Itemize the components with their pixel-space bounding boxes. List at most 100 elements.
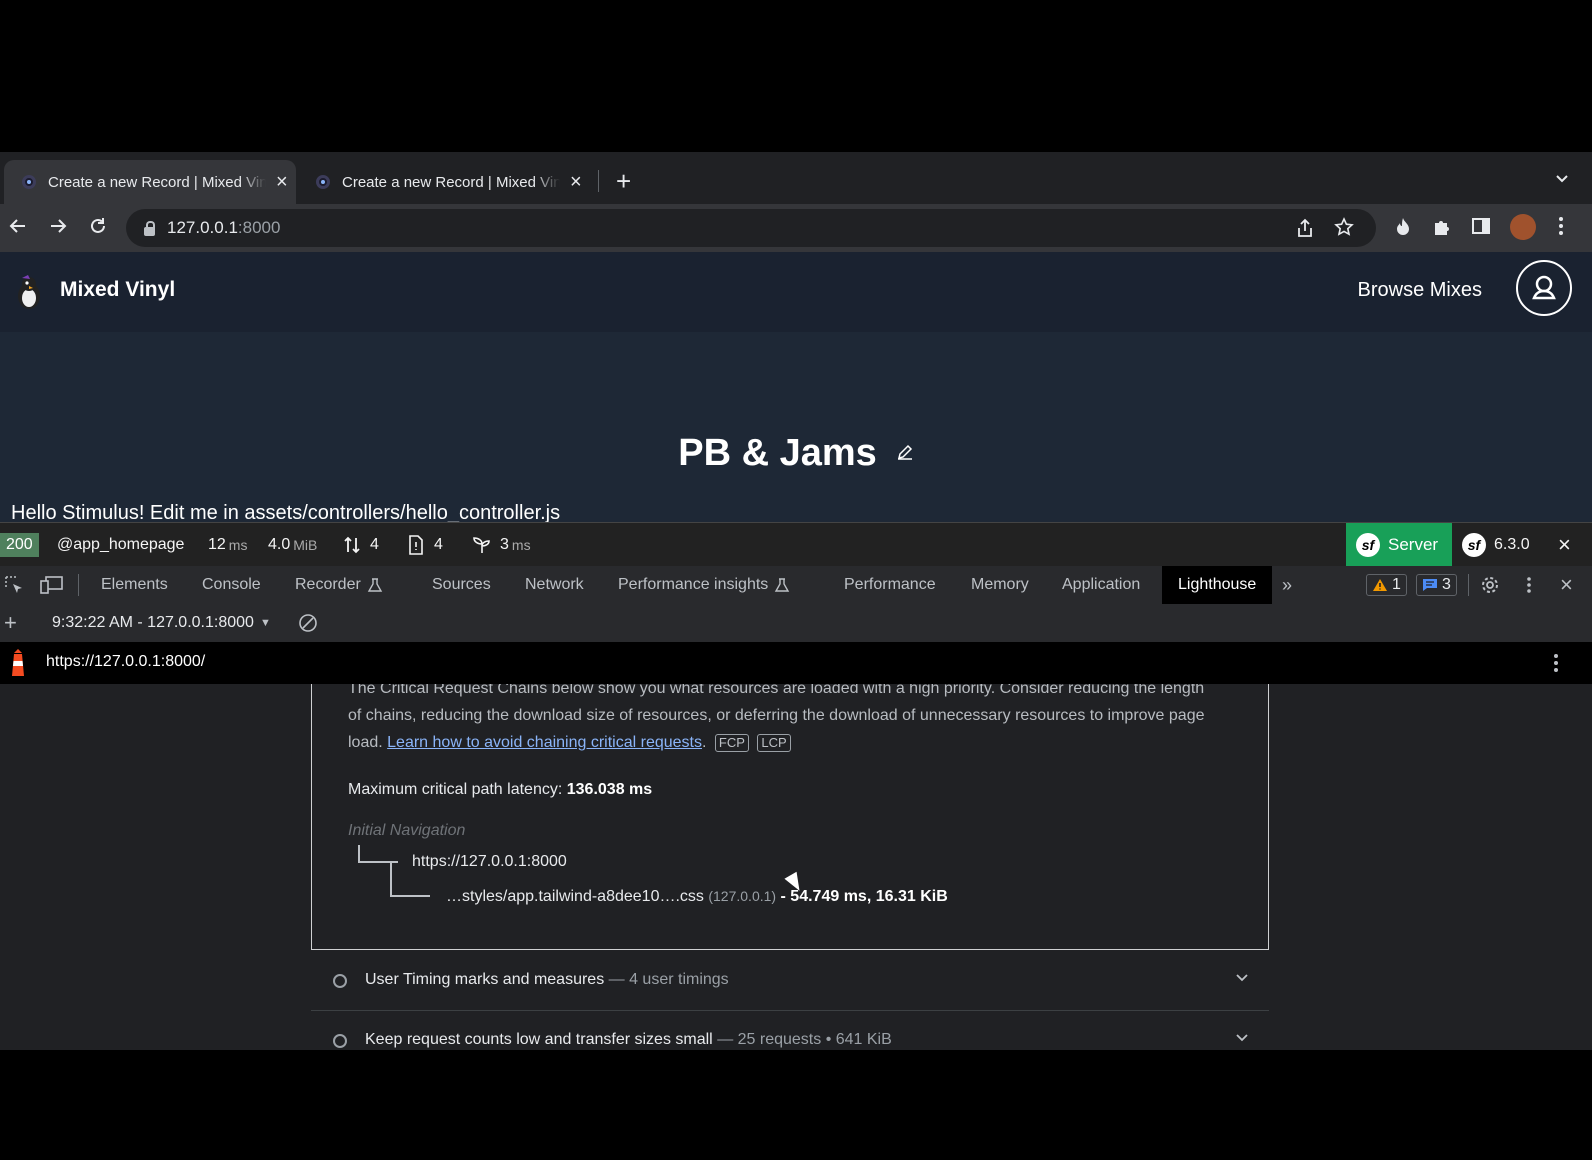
flask-icon xyxy=(775,578,790,592)
more-tabs-icon[interactable]: » xyxy=(1282,566,1292,604)
tab-recorder[interactable]: Recorder xyxy=(295,566,383,604)
inspect-element-icon[interactable] xyxy=(4,566,24,604)
close-devtools-icon[interactable]: × xyxy=(1560,566,1573,604)
flame-icon[interactable] xyxy=(1394,217,1412,242)
forward-arrow-icon[interactable] xyxy=(48,216,68,241)
puzzle-icon[interactable] xyxy=(1432,217,1452,242)
symfony-version[interactable]: sf 6.3.0 xyxy=(1462,523,1530,567)
browser-tab[interactable]: Create a new Record | Mixed Vinyl × xyxy=(298,160,590,204)
plus-icon[interactable]: + xyxy=(616,166,631,197)
brand-name[interactable]: Mixed Vinyl xyxy=(60,278,175,302)
tab-lighthouse[interactable]: Lighthouse xyxy=(1162,566,1273,604)
address-text[interactable]: 127.0.0.1:8000 xyxy=(167,218,280,238)
kebab-menu-icon[interactable] xyxy=(1558,216,1564,241)
file-icon xyxy=(409,535,423,555)
memory-usage[interactable]: 4.0 MiB xyxy=(268,523,317,567)
star-icon[interactable] xyxy=(1334,217,1354,242)
tab-title: Create a new Record | Mixed Vinyl xyxy=(48,173,266,191)
user-account-button[interactable] xyxy=(1516,260,1572,316)
warning-icon xyxy=(1373,579,1387,591)
dropdown-triangle-icon: ▼ xyxy=(259,617,271,629)
critical-request-chains-audit: The Critical Request Chains below show y… xyxy=(311,684,1269,950)
report-url-bar: https://127.0.0.1:8000/ xyxy=(0,642,1592,685)
audit-description-line: load. Learn how to avoid chaining critic… xyxy=(348,729,1248,756)
new-report-plus-icon[interactable]: + xyxy=(4,604,17,642)
back-arrow-icon[interactable] xyxy=(8,216,28,241)
reload-icon[interactable] xyxy=(88,216,108,241)
max-latency: Maximum critical path latency: 136.038 m… xyxy=(348,781,653,798)
twig-render-time[interactable]: 3 ms xyxy=(472,523,531,567)
penguin-logo[interactable] xyxy=(14,274,44,310)
share-icon[interactable] xyxy=(1296,218,1314,243)
status-code-badge[interactable]: 200 xyxy=(0,533,39,557)
route-name[interactable]: @app_homepage xyxy=(57,523,184,567)
browser-toolbar: 127.0.0.1:8000 xyxy=(0,204,1592,252)
informative-circle-icon xyxy=(333,974,347,988)
audit-title: User Timing marks and measures — 4 user … xyxy=(365,971,729,988)
tab-sources[interactable]: Sources xyxy=(432,566,491,604)
tab-application[interactable]: Application xyxy=(1062,566,1140,604)
lock-icon[interactable] xyxy=(144,220,155,236)
profile-avatar[interactable] xyxy=(1510,214,1536,240)
warnings-counter[interactable]: 1 xyxy=(1366,566,1407,604)
twig-sprout-icon xyxy=(473,537,490,553)
settings-gear-icon[interactable] xyxy=(1480,566,1500,604)
chevron-down-icon[interactable] xyxy=(1554,170,1570,191)
tab-performance-insights[interactable]: Performance insights xyxy=(618,566,790,604)
lighthouse-toolbar: + 9:32:22 AM - 127.0.0.1:8000 ▼ xyxy=(0,604,1592,643)
messages-counter[interactable]: 3 xyxy=(1416,566,1457,604)
tab-network[interactable]: Network xyxy=(525,566,584,604)
included-files[interactable]: 4 xyxy=(408,523,443,567)
chevron-down-icon[interactable] xyxy=(1235,1030,1249,1047)
favicon-icon xyxy=(22,175,36,189)
lcp-tag: LCP xyxy=(757,734,791,752)
tab-divider xyxy=(598,170,599,192)
tree-connector xyxy=(358,845,398,863)
chain-child-resource: …styles/app.tailwind-a8dee10….css (127.0… xyxy=(446,888,948,905)
site-navbar: Mixed Vinyl Browse Mixes xyxy=(0,252,1592,332)
tab-memory[interactable]: Memory xyxy=(971,566,1029,604)
server-panel[interactable]: sf Server xyxy=(1346,523,1452,567)
favicon-icon xyxy=(316,175,330,189)
edit-icon[interactable] xyxy=(891,445,914,465)
flask-icon xyxy=(367,578,383,592)
report-url: https://127.0.0.1:8000/ xyxy=(46,653,206,670)
tab-performance[interactable]: Performance xyxy=(844,566,936,604)
devtools-tabbar: Elements Console Recorder Sources Networ… xyxy=(0,566,1592,605)
browse-mixes-link[interactable]: Browse Mixes xyxy=(1358,279,1482,302)
audit-row-user-timing[interactable]: User Timing marks and measures — 4 user … xyxy=(311,950,1269,1011)
symfony-debug-toolbar: 200 @app_homepage 12 ms 4.0 MiB 4 4 3 ms sf… xyxy=(0,522,1592,567)
sidepanel-icon[interactable] xyxy=(1472,217,1490,240)
address-bar[interactable]: 127.0.0.1:8000 xyxy=(126,209,1376,247)
close-tab-icon[interactable]: × xyxy=(276,171,288,194)
device-toolbar-icon[interactable] xyxy=(40,566,64,604)
learn-more-link[interactable]: Learn how to avoid chaining critical req… xyxy=(387,734,702,751)
toolbar-divider xyxy=(78,574,79,596)
informative-circle-icon xyxy=(333,1034,347,1048)
report-menu-icon[interactable] xyxy=(1553,653,1559,678)
user-icon xyxy=(1532,275,1556,300)
tab-title: Create a new Record | Mixed Vinyl xyxy=(342,173,560,191)
clear-reports-icon[interactable] xyxy=(298,604,318,642)
tab-console[interactable]: Console xyxy=(202,566,261,604)
toolbar-divider xyxy=(1468,574,1469,596)
chevron-down-icon[interactable] xyxy=(1235,970,1249,987)
http-requests[interactable]: 4 xyxy=(342,523,379,567)
lighthouse-report: The Critical Request Chains below show y… xyxy=(0,684,1592,1050)
initial-navigation-label: Initial Navigation xyxy=(348,822,466,839)
fcp-tag: FCP xyxy=(714,734,749,752)
arrows-updown-icon xyxy=(344,536,360,554)
close-tab-icon[interactable]: × xyxy=(570,171,582,194)
browser-tab-active[interactable]: Create a new Record | Mixed Vinyl × xyxy=(4,160,296,204)
close-toolbar-icon[interactable]: × xyxy=(1558,523,1571,567)
request-time[interactable]: 12 ms xyxy=(208,523,247,567)
devtools-menu-icon[interactable] xyxy=(1526,566,1532,604)
tab-strip: Create a new Record | Mixed Vinyl × Crea… xyxy=(0,152,1592,204)
audit-row-request-counts[interactable]: Keep request counts low and transfer siz… xyxy=(311,1010,1269,1050)
chain-root-url: https://127.0.0.1:8000 xyxy=(412,853,567,870)
symfony-logo-icon: sf xyxy=(1462,533,1486,557)
page-title: PB & Jams xyxy=(0,432,1592,475)
tab-elements[interactable]: Elements xyxy=(101,566,168,604)
message-icon xyxy=(1423,579,1437,591)
report-selector[interactable]: 9:32:22 AM - 127.0.0.1:8000 ▼ xyxy=(52,604,271,642)
